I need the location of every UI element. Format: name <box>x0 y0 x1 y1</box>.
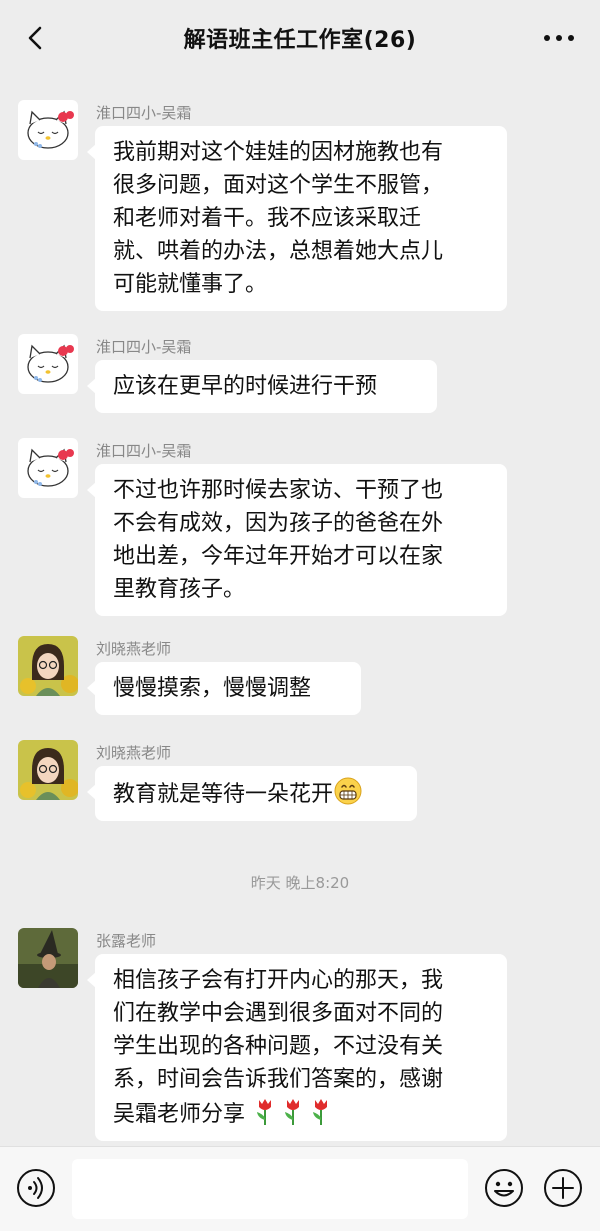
avatar-hello-kitty[interactable] <box>18 438 78 498</box>
message-line: 地出差，今年过年开始才可以在家 <box>113 544 444 569</box>
message-timestamp: 昨天 晚上8:20 <box>250 874 350 892</box>
message-line: 教育就是等待一朵花开 <box>113 782 334 807</box>
chat-title: 解语班主任工作室(26) <box>183 28 417 53</box>
message-line: 系，时间会告诉我们答案的，感谢 <box>113 1067 444 1092</box>
voice-icon[interactable] <box>16 1168 56 1208</box>
message-line: 里教育孩子。 <box>113 577 246 602</box>
tulip-emoji-icon <box>257 1099 272 1125</box>
more-options-icon[interactable] <box>542 28 576 48</box>
message-input[interactable] <box>72 1159 468 1219</box>
message-bubble[interactable]: 我前期对这个娃娃的因材施教也有 很多问题，面对这个学生不服管， 和老师对着干。我… <box>87 126 507 311</box>
message-line: 和老师对着干。我不应该采取迁 <box>113 206 422 231</box>
plus-icon[interactable] <box>543 1168 583 1208</box>
message-line: 就、哄着的办法，总想着她大点儿 <box>113 239 444 264</box>
message-bubble[interactable]: 相信孩子会有打开内心的那天，我 们在教学中会遇到很多面对不同的 学生出现的各种问… <box>87 954 507 1141</box>
message-list[interactable]: 淮口四小-吴霜 我前期对这个娃娃的因材施教也有 很多问题，面对这个学生不服管， … <box>0 76 600 1146</box>
input-bar <box>0 1146 600 1231</box>
hello-kitty-avatar-icon <box>18 334 78 394</box>
chat-header: 解语班主任工作室(26) <box>0 0 600 76</box>
sender-name: 淮口四小-吴霜 <box>96 338 192 356</box>
message-bubble[interactable]: 慢慢摸索，慢慢调整 <box>87 662 361 715</box>
message-bubble[interactable]: 应该在更早的时候进行干预 <box>87 360 437 413</box>
message-line: 们在教学中会遇到很多面对不同的 <box>113 1001 444 1026</box>
emoji-icon[interactable] <box>484 1168 524 1208</box>
sender-name: 刘晓燕老师 <box>96 744 172 762</box>
message-line: 应该在更早的时候进行干预 <box>113 374 378 399</box>
sender-name: 淮口四小-吴霜 <box>96 104 192 122</box>
message-line: 很多问题，面对这个学生不服管， <box>113 173 444 198</box>
message-line: 我前期对这个娃娃的因材施教也有 <box>113 140 444 165</box>
tulip-emoji-icon <box>285 1099 300 1125</box>
hello-kitty-avatar-icon <box>18 438 78 498</box>
message-line: 不过也许那时候去家访、干预了也 <box>113 478 444 503</box>
message-line: 不会有成效，因为孩子的爸爸在外 <box>113 511 444 536</box>
message-line: 学生出现的各种问题，不过没有关 <box>113 1034 444 1059</box>
teacher-liu-avatar-icon <box>18 740 78 800</box>
sender-name: 淮口四小-吴霜 <box>96 442 192 460</box>
message-line: 可能就懂事了。 <box>113 272 268 297</box>
avatar-teacher-liu[interactable] <box>18 636 78 696</box>
message-bubble[interactable]: 教育就是等待一朵花开 <box>87 766 417 821</box>
teacher-zhang-avatar-icon <box>18 928 78 988</box>
avatar-teacher-zhang[interactable] <box>18 928 78 988</box>
message-bubble[interactable]: 不过也许那时候去家访、干预了也 不会有成效，因为孩子的爸爸在外 地出差，今年过年… <box>87 464 507 616</box>
avatar-hello-kitty[interactable] <box>18 100 78 160</box>
tulip-emoji-icon <box>313 1099 328 1125</box>
sender-name: 张露老师 <box>96 932 157 950</box>
avatar-hello-kitty[interactable] <box>18 334 78 394</box>
message-line: 吴霜老师分享 <box>113 1102 246 1127</box>
avatar-teacher-liu[interactable] <box>18 740 78 800</box>
message-line: 慢慢摸索，慢慢调整 <box>113 676 312 701</box>
back-icon[interactable] <box>22 24 50 52</box>
sender-name: 刘晓燕老师 <box>96 640 172 658</box>
grin-emoji-icon <box>334 777 362 805</box>
hello-kitty-avatar-icon <box>18 100 78 160</box>
teacher-liu-avatar-icon <box>18 636 78 696</box>
message-line: 相信孩子会有打开内心的那天，我 <box>113 968 444 993</box>
